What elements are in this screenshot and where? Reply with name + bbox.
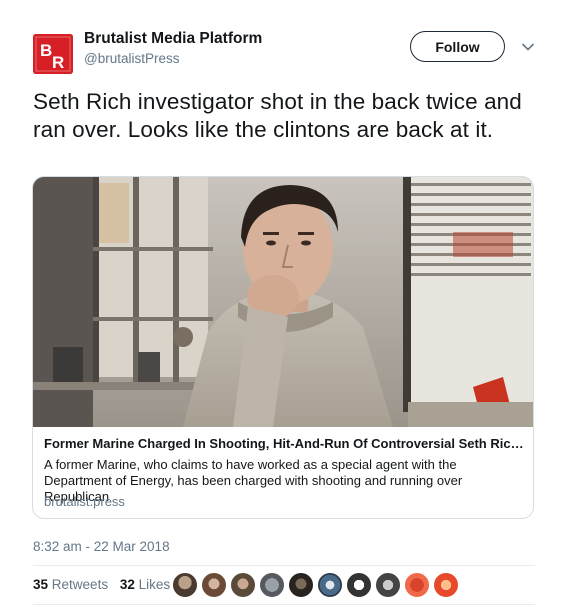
retweets-stat[interactable]: 35 Retweets [33, 577, 108, 592]
liker-avatar[interactable] [201, 572, 227, 598]
engagement-stats: 35 Retweets 32 Likes [33, 577, 178, 592]
tweet-timestamp[interactable]: 8:32 am - 22 Mar 2018 [33, 539, 170, 554]
liker-avatar[interactable] [230, 572, 256, 598]
account-handle[interactable]: @brutalistPress [84, 51, 179, 66]
liker-avatar[interactable] [259, 572, 285, 598]
link-card[interactable]: Former Marine Charged In Shooting, Hit-A… [32, 176, 534, 519]
brand-logo-icon: B R [33, 34, 73, 74]
svg-text:R: R [52, 53, 64, 72]
card-domain: brutalist.press [44, 494, 125, 509]
card-title[interactable]: Former Marine Charged In Shooting, Hit-A… [44, 436, 524, 451]
svg-text:B: B [40, 41, 52, 60]
likes-label: Likes [138, 577, 171, 592]
likers-avatars [172, 572, 462, 598]
retweets-count: 35 [33, 577, 49, 592]
likes-stat[interactable]: 32 Likes [120, 577, 170, 592]
account-name[interactable]: Brutalist Media Platform [84, 30, 262, 48]
divider-top [33, 565, 535, 566]
divider-bottom [33, 604, 535, 605]
liker-avatar[interactable] [172, 572, 198, 598]
liker-avatar[interactable] [404, 572, 430, 598]
tweet-text: Seth Rich investigator shot in the back … [33, 89, 522, 142]
liker-avatar[interactable] [288, 572, 314, 598]
card-image [33, 177, 533, 427]
liker-avatar[interactable] [433, 572, 459, 598]
follow-button[interactable]: Follow [410, 31, 505, 62]
likes-count: 32 [119, 577, 135, 592]
chevron-down-icon[interactable] [521, 40, 535, 54]
retweets-label: Retweets [51, 577, 109, 592]
liker-avatar[interactable] [346, 572, 372, 598]
account-avatar[interactable]: B R [33, 34, 73, 74]
liker-avatar[interactable] [317, 572, 343, 598]
liker-avatar[interactable] [375, 572, 401, 598]
